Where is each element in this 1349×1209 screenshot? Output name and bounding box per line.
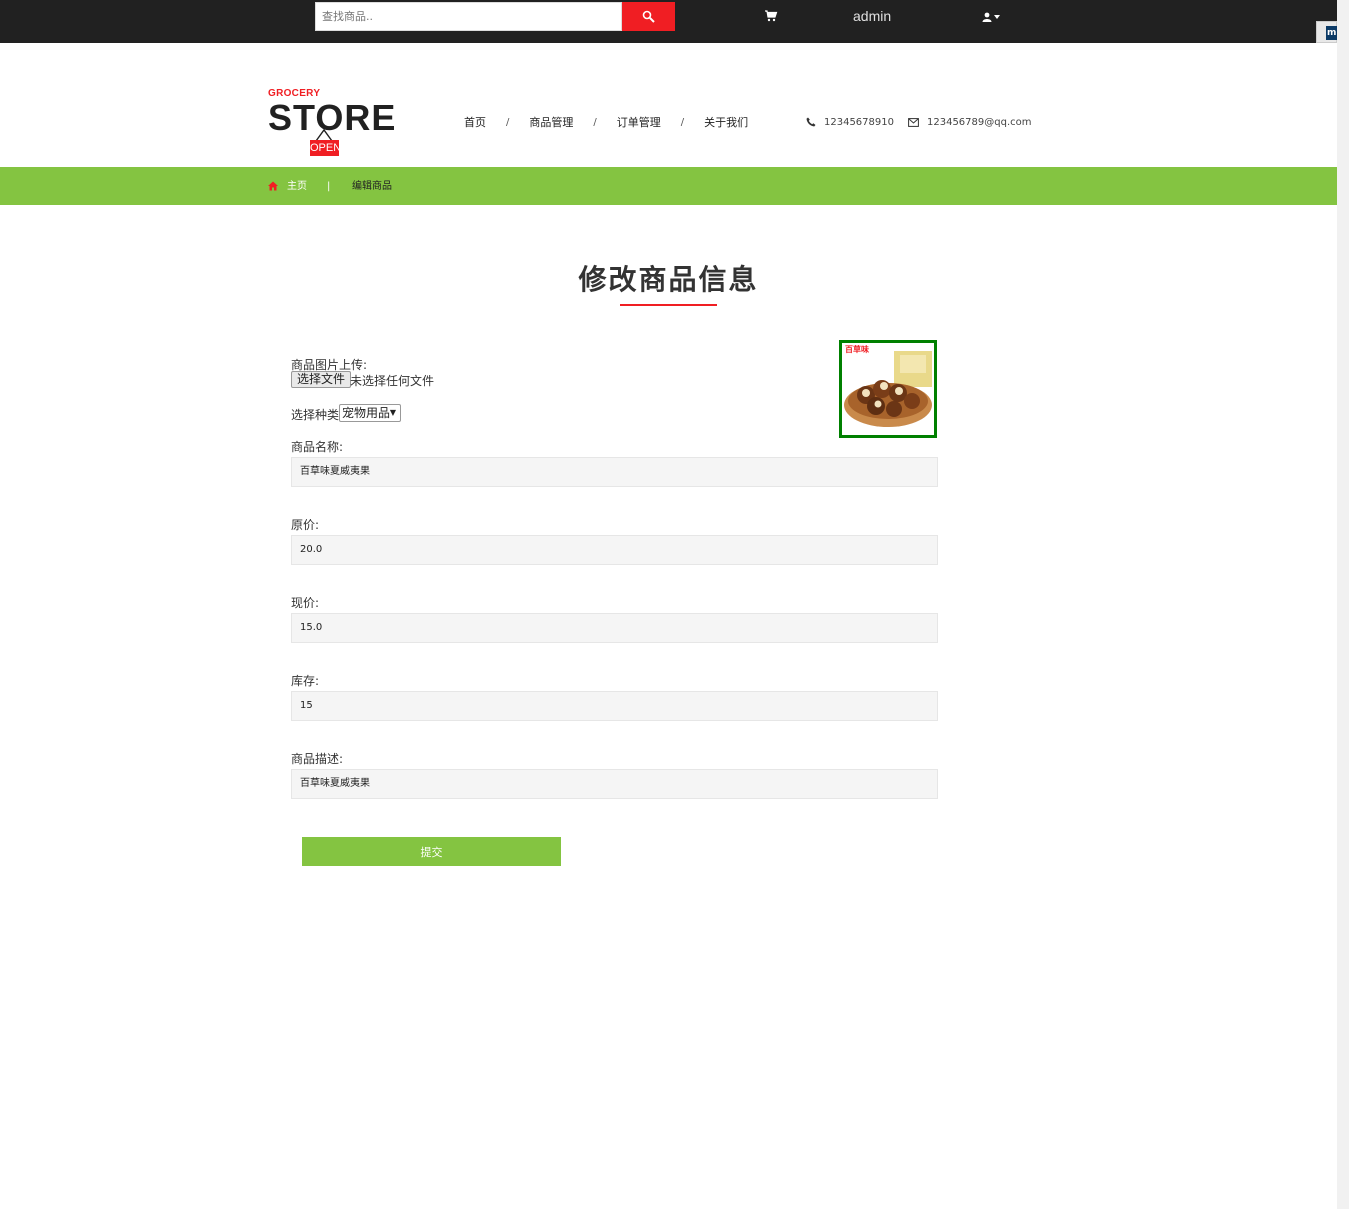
description-input[interactable]: 百草味夏威夷果 [291, 769, 938, 799]
nav-item-home[interactable]: 首页 [464, 114, 486, 130]
original-price-label: 原价: [291, 518, 320, 532]
submit-button[interactable]: 提交 [302, 837, 561, 866]
select-arrow-icon: ▼ [389, 408, 396, 417]
search-input[interactable] [315, 2, 622, 31]
user-icon [982, 12, 992, 22]
scrollbar[interactable] [1337, 0, 1349, 1209]
caret-down-icon [994, 15, 1000, 19]
breadcrumb-bar [0, 167, 1337, 205]
user-menu[interactable] [982, 10, 1004, 24]
file-status-text: 未选择任何文件 [350, 374, 435, 388]
nav-item-about-us[interactable]: 关于我们 [704, 114, 748, 130]
nav-separator: / [680, 116, 685, 128]
product-name-label: 商品名称: [291, 440, 344, 454]
store-logo[interactable]: GROCERY STORE OPEN [268, 88, 398, 160]
category-label: 选择种类: [291, 408, 344, 422]
main-nav: 首页 / 商品管理 / 订单管理 / 关于我们 [464, 114, 748, 130]
original-price-input[interactable]: 20.0 [291, 535, 938, 565]
search-button[interactable] [622, 2, 675, 31]
cart-icon[interactable] [764, 9, 778, 23]
product-brand-text: 百草味 [845, 345, 869, 354]
search-icon [642, 10, 655, 23]
logo-open-sign: OPEN [310, 140, 342, 156]
choose-file-button[interactable]: 选择文件 [291, 371, 352, 388]
nav-separator: / [593, 116, 597, 128]
title-underline [620, 304, 717, 306]
envelope-icon [908, 117, 919, 127]
username[interactable]: admin [853, 8, 891, 24]
phone-number: 12345678910 [824, 116, 894, 128]
stock-label: 库存: [291, 674, 320, 688]
current-price-input[interactable]: 15.0 [291, 613, 938, 643]
phone-icon [806, 117, 816, 127]
nav-separator: / [506, 116, 510, 128]
side-widget-label: m [1326, 26, 1337, 40]
product-photo [842, 343, 934, 435]
breadcrumb-current: 编辑商品 [352, 181, 392, 192]
contact-phone: 12345678910 [806, 114, 894, 130]
product-name-input[interactable]: 百草味夏威夷果 [291, 457, 938, 487]
breadcrumb-home[interactable]: 主页 [287, 180, 307, 194]
home-icon[interactable] [268, 181, 278, 191]
stock-input[interactable]: 15 [291, 691, 938, 721]
description-label: 商品描述: [291, 752, 344, 766]
nav-item-product-management[interactable]: 商品管理 [529, 114, 573, 130]
category-selected-value: 宠物用品 [342, 406, 391, 420]
contact-email: 123456789@qq.com [908, 114, 1032, 130]
email-address[interactable]: 123456789@qq.com [927, 117, 1032, 128]
breadcrumb-separator: | [327, 181, 331, 192]
category-select[interactable]: 宠物用品 ▼ [339, 404, 401, 422]
current-price-label: 现价: [291, 596, 320, 610]
product-image: 百草味 [839, 340, 937, 438]
nav-item-order-management[interactable]: 订单管理 [617, 114, 661, 130]
page-title: 修改商品信息 [578, 263, 759, 296]
